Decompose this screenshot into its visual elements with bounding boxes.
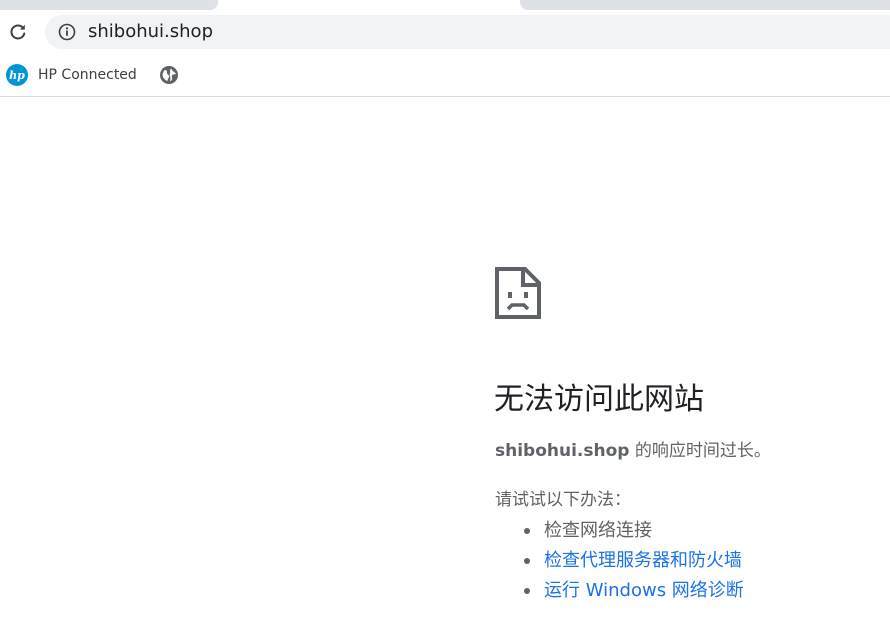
address-bar[interactable]: shibohui.shop	[45, 15, 890, 49]
suggestion-check-proxy-firewall-link[interactable]: 检查代理服务器和防火墙	[524, 546, 744, 576]
suggestion-check-network: 检查网络连接	[524, 516, 744, 546]
reload-button[interactable]	[4, 18, 32, 46]
suggestions-list: 检查网络连接 检查代理服务器和防火墙 运行 Windows 网络诊断	[524, 516, 744, 606]
globe-icon	[160, 66, 178, 84]
error-message: 的响应时间过长。	[629, 441, 771, 461]
site-info-button[interactable]	[57, 22, 77, 42]
error-host: shibohui.shop	[495, 441, 630, 461]
error-title: 无法访问此网站	[494, 382, 704, 417]
error-detail: shibohui.shop 的响应时间过长。	[495, 438, 771, 464]
error-page: 无法访问此网站 shibohui.shop 的响应时间过长。 请试试以下办法： …	[0, 98, 890, 629]
bookmark-globe[interactable]	[158, 63, 180, 87]
sad-page-icon	[495, 267, 541, 319]
hp-logo-icon: hp	[6, 64, 28, 86]
info-icon	[58, 23, 76, 41]
bookmark-label: HP Connected	[38, 67, 137, 83]
reload-icon	[10, 24, 26, 40]
url-text[interactable]: shibohui.shop	[88, 22, 213, 42]
tab-background-left[interactable]	[0, 0, 218, 10]
tab-background-right[interactable]	[520, 0, 890, 10]
tab-strip	[0, 0, 890, 10]
bookmarks-bar: hp HP Connected	[0, 54, 890, 97]
suggestions-heading: 请试试以下办法：	[495, 490, 631, 510]
bookmark-hp-connected[interactable]: hp HP Connected	[6, 63, 137, 87]
browser-toolbar: shibohui.shop	[0, 10, 890, 54]
suggestion-run-network-diagnostics-link[interactable]: 运行 Windows 网络诊断	[524, 576, 744, 606]
